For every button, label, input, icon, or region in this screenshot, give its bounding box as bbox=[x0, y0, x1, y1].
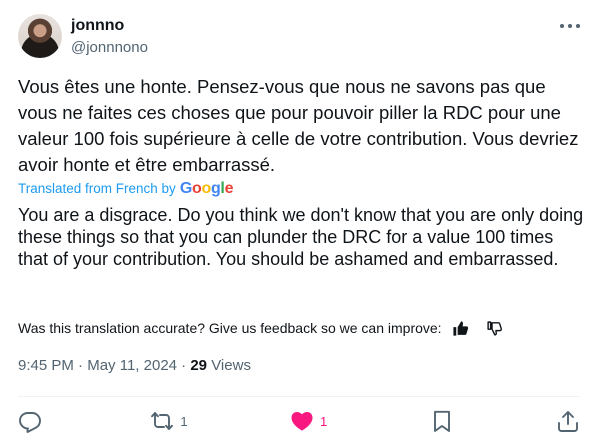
meta-separator: · bbox=[78, 357, 84, 374]
tweet-meta: 9:45 PM · May 11, 2024 · 29 Views bbox=[18, 356, 251, 376]
handle[interactable]: @jonnnono bbox=[71, 38, 148, 58]
more-icon[interactable] bbox=[560, 18, 580, 34]
like-button[interactable]: 1 bbox=[290, 409, 327, 433]
tweet-actions: 1 1 bbox=[18, 408, 580, 434]
divider bbox=[18, 396, 580, 397]
like-count: 1 bbox=[319, 413, 328, 429]
repost-icon bbox=[151, 412, 174, 430]
reply-icon bbox=[19, 412, 41, 433]
bookmark-button[interactable] bbox=[430, 409, 454, 433]
tweet-time[interactable]: 9:45 PM bbox=[18, 357, 74, 374]
tweet: jonnno @jonnnono Vous êtes une honte. Pe… bbox=[0, 0, 598, 447]
bookmark-icon bbox=[433, 410, 450, 432]
repost-count: 1 bbox=[180, 413, 188, 429]
tweet-header: jonnno @jonnnono bbox=[18, 14, 580, 60]
views-count: 29 bbox=[190, 357, 208, 374]
translated-text: You are a disgrace. Do you think we don'… bbox=[18, 205, 584, 269]
feedback-prompt: Was this translation accurate? Give us f… bbox=[18, 320, 442, 336]
meta-separator: · bbox=[181, 357, 187, 374]
heart-icon bbox=[291, 412, 313, 431]
original-text: Vous êtes une honte. Pensez-vous que nou… bbox=[18, 76, 579, 175]
avatar[interactable] bbox=[18, 14, 62, 58]
translated-by-label: Translated from French by bbox=[18, 181, 176, 196]
repost-button[interactable]: 1 bbox=[150, 409, 188, 433]
tweet-date[interactable]: May 11, 2024 bbox=[87, 357, 177, 374]
views-label: Views bbox=[211, 357, 251, 374]
share-icon bbox=[558, 411, 578, 432]
reply-button[interactable] bbox=[18, 409, 48, 433]
thumbs-down-icon[interactable] bbox=[486, 319, 504, 337]
display-name[interactable]: jonnno bbox=[71, 16, 124, 36]
google-logo: Google bbox=[179, 180, 234, 197]
translated-by-link[interactable]: Translated from French by Google bbox=[18, 180, 233, 198]
share-button[interactable] bbox=[556, 409, 580, 433]
thumbs-up-icon[interactable] bbox=[452, 319, 470, 337]
translation-feedback: Was this translation accurate? Give us f… bbox=[18, 318, 504, 338]
